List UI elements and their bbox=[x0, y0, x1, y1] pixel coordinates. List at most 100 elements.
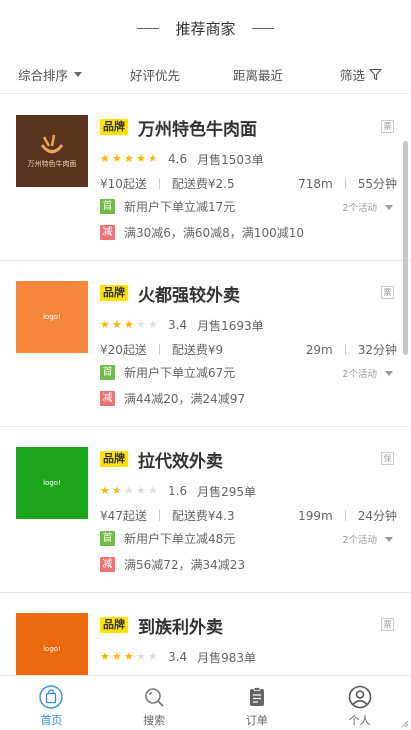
filter-button[interactable]: 筛选 bbox=[340, 65, 382, 84]
delivery-time: 32分钟 bbox=[357, 343, 397, 357]
tab-home[interactable]: 首页 bbox=[0, 676, 103, 730]
divider bbox=[158, 510, 160, 521]
good-rating-label: 好评优先 bbox=[130, 68, 181, 83]
shop-item[interactable]: logo! 品牌 到族利外卖 票 ★ ★ ★ ★ ★ 3.4 月售983单 bbox=[0, 593, 411, 675]
divider bbox=[158, 178, 160, 189]
shop-name: 火都强较外卖 bbox=[138, 286, 240, 306]
shop-item[interactable]: logo! 品牌 火都强较外卖 票 ★ ★ ★ ★ ★ 3.4 月售1693单 ¥20起… bbox=[0, 261, 411, 427]
rating-score: 1.6 bbox=[168, 484, 188, 498]
star-icon: ★ bbox=[148, 650, 158, 663]
noodle-bowl-icon: 万州特色牛肉面 bbox=[28, 134, 77, 168]
first-order-badge: 首 bbox=[100, 530, 115, 546]
tab-home-label: 首页 bbox=[40, 714, 63, 727]
discount-badge: 减 bbox=[100, 390, 115, 406]
order-clipboard-icon bbox=[249, 687, 264, 706]
rating-score: 3.4 bbox=[168, 318, 188, 332]
activity-text: 满56减72，满34减23 bbox=[124, 557, 246, 572]
good-rating-filter[interactable]: 好评优先 bbox=[130, 65, 180, 84]
sort-label: 综合排序 bbox=[18, 68, 69, 83]
activity-text: 新用户下单立减17元 bbox=[124, 199, 236, 214]
filter-bar: 综合排序 好评优先 距离最近 筛选 bbox=[0, 56, 411, 94]
invoice-tag: 票 bbox=[381, 120, 394, 133]
activity-count: 2个活动 bbox=[342, 535, 377, 546]
tab-profile[interactable]: 个人 bbox=[308, 676, 411, 730]
star-icon: ★ bbox=[112, 485, 124, 497]
caret-down-icon bbox=[385, 204, 393, 210]
rating-row: ★ ★ ★ ★ ★ 4.6 月售1503单 bbox=[100, 152, 264, 167]
activity-text: 满44减20，满24减97 bbox=[124, 391, 246, 406]
star-rating: ★ ★ ★ ★ ★ bbox=[100, 319, 160, 331]
star-icon: ★ bbox=[136, 152, 146, 165]
title-right-line bbox=[251, 27, 274, 29]
shop-name: 到族利外卖 bbox=[138, 618, 223, 638]
sort-dropdown[interactable]: 综合排序 bbox=[18, 65, 83, 84]
star-rating: ★ ★ ★ ★ ★ bbox=[100, 485, 160, 497]
star-icon: ★ bbox=[148, 484, 158, 497]
star-icon: ★ bbox=[148, 153, 160, 165]
star-icon: ★ bbox=[124, 152, 134, 165]
divider bbox=[344, 510, 346, 521]
resize-grip-icon[interactable] bbox=[399, 718, 409, 728]
caret-down-icon bbox=[74, 72, 83, 77]
distance: 718m bbox=[298, 176, 333, 191]
tab-profile-label: 个人 bbox=[348, 714, 371, 727]
shop-item[interactable]: 万州特色牛肉面 品牌 万州特色牛肉面 票 ★ ★ ★ ★ ★ 4.6 月售1503单 ¥… bbox=[0, 95, 411, 261]
activity-count: 2个活动 bbox=[342, 369, 377, 380]
invoice-tag: 票 bbox=[381, 618, 394, 631]
distance: 199m bbox=[298, 508, 333, 523]
scrollbar-thumb[interactable] bbox=[403, 141, 408, 355]
guarantee-tag: 保 bbox=[381, 452, 394, 465]
star-icon: ★ bbox=[100, 650, 110, 663]
activity-toggle[interactable]: 2个活动 bbox=[342, 366, 393, 380]
nearest-filter[interactable]: 距离最近 bbox=[233, 65, 283, 84]
activity-toggle[interactable]: 2个活动 bbox=[342, 532, 393, 546]
star-icon: ★ bbox=[148, 318, 158, 331]
page-title: 推荐商家 bbox=[175, 19, 236, 38]
tab-orders-label: 订单 bbox=[245, 714, 268, 727]
divider bbox=[158, 344, 160, 355]
delivery-row: ¥10起送 配送费¥2.5 718m 55分钟 bbox=[100, 175, 397, 192]
activity-discount: 减 满44减20，满24减97 bbox=[100, 390, 245, 406]
delivery-fee: 配送费¥9 bbox=[171, 343, 224, 357]
activity-text: 满30减6，满60减8，满100减10 bbox=[124, 225, 304, 240]
funnel-icon bbox=[369, 68, 382, 81]
star-icon: ★ bbox=[124, 650, 134, 663]
shop-logo: 万州特色牛肉面 bbox=[16, 115, 88, 187]
star-rating: ★ ★ ★ ★ ★ bbox=[100, 651, 160, 663]
activity-discount: 减 满30减6，满60减8，满100减10 bbox=[100, 224, 304, 240]
divider bbox=[344, 178, 346, 189]
star-icon: ★ bbox=[124, 484, 134, 497]
nearest-label: 距离最近 bbox=[233, 68, 284, 83]
shop-logo: logo! bbox=[16, 281, 88, 353]
star-icon: ★ bbox=[124, 318, 134, 331]
min-order: ¥10起送 bbox=[100, 177, 147, 191]
rating-score: 3.4 bbox=[168, 650, 188, 664]
tab-search[interactable]: 搜索 bbox=[103, 676, 206, 730]
user-avatar-icon bbox=[348, 685, 371, 709]
star-icon: ★ bbox=[136, 318, 146, 331]
monthly-sales: 月售1693单 bbox=[197, 318, 264, 333]
shop-logo: logo! bbox=[16, 613, 88, 675]
shop-list: 万州特色牛肉面 品牌 万州特色牛肉面 票 ★ ★ ★ ★ ★ 4.6 月售1503单 ¥… bbox=[0, 95, 411, 675]
delivery-row: ¥47起送 配送费¥4.3 199m 24分钟 bbox=[100, 507, 397, 524]
activity-toggle[interactable]: 2个活动 bbox=[342, 200, 393, 214]
brand-badge: 品牌 bbox=[100, 119, 128, 135]
shop-item[interactable]: logo! 品牌 拉代效外卖 保 ★ ★ ★ ★ ★ 1.6 月售295单 ¥47起送 … bbox=[0, 427, 411, 593]
min-order: ¥47起送 bbox=[100, 509, 147, 523]
activity-new-user: 首 新用户下单立减48元 bbox=[100, 530, 235, 546]
star-icon: ★ bbox=[136, 650, 146, 663]
delivery-fee: 配送费¥2.5 bbox=[171, 177, 235, 191]
delivery-time: 55分钟 bbox=[357, 177, 397, 191]
section-title: 推荐商家 bbox=[0, 0, 411, 56]
discount-badge: 减 bbox=[100, 224, 115, 240]
search-icon bbox=[145, 688, 164, 707]
delivery-fee: 配送费¥4.3 bbox=[171, 509, 235, 523]
monthly-sales: 月售1503单 bbox=[197, 152, 264, 167]
tab-orders[interactable]: 订单 bbox=[206, 676, 309, 730]
shop-name: 拉代效外卖 bbox=[138, 452, 223, 472]
title-left-line bbox=[137, 27, 160, 29]
monthly-sales: 月售983单 bbox=[197, 650, 256, 665]
activity-text: 新用户下单立减48元 bbox=[124, 531, 236, 546]
activity-discount: 减 满56减72，满34减23 bbox=[100, 556, 245, 572]
shop-name: 万州特色牛肉面 bbox=[138, 120, 257, 140]
